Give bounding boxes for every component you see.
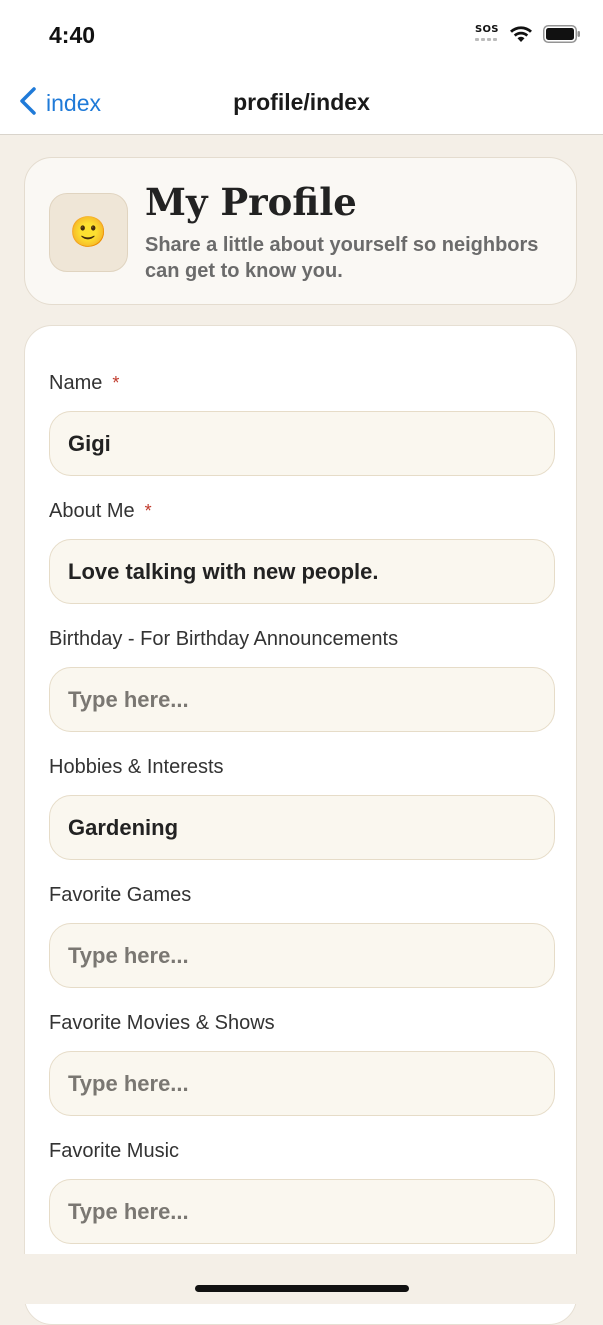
hobbies-label: Hobbies & Interests bbox=[49, 756, 224, 778]
nav-title: profile/index bbox=[233, 89, 370, 115]
about-me-input[interactable] bbox=[49, 539, 555, 604]
sos-label: SOS bbox=[475, 24, 499, 35]
about-me-label-text: About Me bbox=[49, 500, 135, 522]
wifi-icon bbox=[509, 25, 533, 43]
about-me-label: About Me * bbox=[49, 496, 555, 526]
name-input[interactable] bbox=[49, 411, 555, 476]
name-label-text: Name bbox=[49, 372, 103, 394]
navigation-bar: index profile/index bbox=[0, 70, 603, 135]
required-mark: * bbox=[112, 373, 120, 393]
birthday-input[interactable] bbox=[49, 667, 555, 732]
home-indicator[interactable] bbox=[195, 1285, 409, 1292]
status-bar: 4:40 SOS bbox=[0, 0, 603, 70]
favorite-music-label: Favorite Music bbox=[49, 1140, 180, 1162]
birthday-label: Birthday - For Birthday Announcements bbox=[49, 628, 399, 650]
favorite-music-field-group: Favorite Music bbox=[49, 1136, 555, 1244]
status-icons: SOS bbox=[475, 24, 581, 44]
page-title: My Profile bbox=[145, 180, 357, 224]
battery-icon bbox=[543, 25, 581, 43]
required-mark: * bbox=[144, 501, 152, 521]
name-label: Name * bbox=[49, 368, 555, 398]
favorite-music-input[interactable] bbox=[49, 1179, 555, 1244]
status-time: 4:40 bbox=[49, 22, 96, 48]
home-indicator-area bbox=[0, 1254, 603, 1304]
birthday-field-group: Birthday - For Birthday Announcements bbox=[49, 624, 555, 732]
name-field-group: Name * bbox=[49, 368, 555, 476]
favorite-games-input[interactable] bbox=[49, 923, 555, 988]
favorite-movies-input[interactable] bbox=[49, 1051, 555, 1116]
profile-form-card: Name * About Me * Birthday - For Birthday … bbox=[24, 325, 577, 1325]
favorite-games-field-group: Favorite Games bbox=[49, 880, 555, 988]
hobbies-field-group: Hobbies & Interests bbox=[49, 752, 555, 860]
page-subtitle: Share a little about yourself so neighbo… bbox=[145, 234, 539, 282]
favorite-movies-field-group: Favorite Movies & Shows bbox=[49, 1008, 555, 1116]
about-me-field-group: About Me * bbox=[49, 496, 555, 604]
favorite-movies-label: Favorite Movies & Shows bbox=[49, 1012, 275, 1034]
avatar: 🙂 bbox=[49, 193, 128, 272]
sos-icon: SOS bbox=[475, 24, 499, 44]
profile-header-card: 🙂 My Profile Share a little about yourse… bbox=[24, 157, 577, 305]
hobbies-input[interactable] bbox=[49, 795, 555, 860]
favorite-games-label: Favorite Games bbox=[49, 884, 192, 906]
